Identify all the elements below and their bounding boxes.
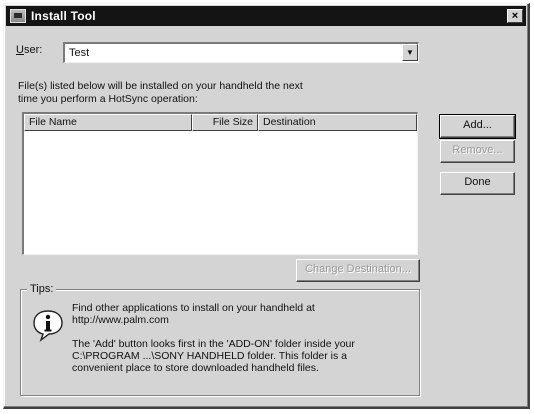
change-destination-button[interactable]: Change Destination... — [296, 259, 420, 282]
tips-text: Find other applications to install on yo… — [72, 302, 412, 386]
column-file-name[interactable]: File Name — [24, 114, 192, 131]
user-label-hotkey: U — [16, 44, 24, 56]
tips-group: Tips: Find other applications to install… — [20, 283, 420, 396]
user-select-value: Test — [69, 47, 90, 59]
column-destination[interactable]: Destination — [258, 114, 417, 131]
user-select[interactable]: Test ▼ — [63, 42, 419, 63]
done-button[interactable]: Done — [440, 172, 515, 195]
tip-para2-line1: The 'Add' button looks first in the 'ADD… — [72, 338, 355, 350]
title-bar[interactable]: Install Tool × — [6, 6, 526, 26]
file-list-header: File Name File Size Destination — [24, 114, 417, 131]
app-icon — [10, 9, 26, 23]
user-label-rest: ser: — [23, 44, 43, 56]
install-info-text: File(s) listed below will be installed o… — [18, 80, 348, 106]
tips-legend: Tips: — [27, 283, 57, 295]
tip-para2-line2: C:\PROGRAM ...\SONY HANDHELD folder. Thi… — [72, 350, 348, 362]
remove-button[interactable]: Remove... — [440, 140, 515, 163]
install-info-line-1: File(s) listed below will be installed o… — [18, 80, 303, 92]
info-bubble-icon — [33, 310, 63, 342]
user-label: User: — [16, 44, 42, 56]
window-title: Install Tool — [31, 9, 96, 23]
tip-para1-line1: Find other applications to install on yo… — [72, 302, 315, 314]
column-file-size[interactable]: File Size — [192, 114, 258, 131]
add-button[interactable]: Add... — [439, 114, 516, 139]
install-info-line-2: time you perform a HotSync operation: — [18, 93, 198, 105]
close-button[interactable]: × — [507, 9, 523, 23]
tip-palm-url: http://www.palm.com — [72, 314, 169, 326]
chevron-down-icon[interactable]: ▼ — [402, 44, 418, 61]
file-list[interactable]: File Name File Size Destination — [22, 112, 418, 255]
tip-para2-line3: convenient place to store downloaded han… — [72, 362, 319, 374]
